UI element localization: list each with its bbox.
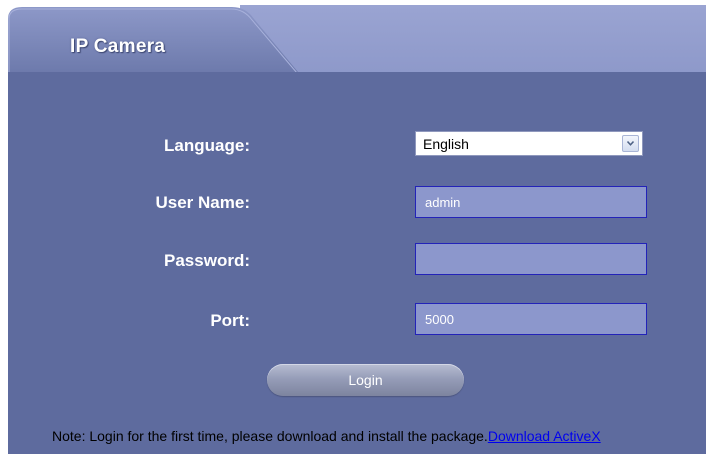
header-band [240, 5, 706, 72]
port-label: Port: [210, 311, 250, 330]
page-title: IP Camera [70, 36, 166, 57]
password-label: Password: [164, 251, 250, 270]
username-input[interactable] [415, 186, 647, 218]
port-input[interactable] [415, 303, 647, 335]
language-select[interactable]: English [415, 131, 643, 156]
language-label: Language: [164, 136, 250, 155]
select-dropdown-button[interactable] [622, 135, 639, 152]
chevron-down-icon [627, 141, 634, 146]
login-page: IP Camera Language: English User Name: P… [0, 0, 716, 456]
download-activex-link[interactable]: Download ActiveX [488, 428, 601, 444]
install-note: Note: Login for the first time, please d… [52, 428, 601, 444]
install-note-text: Note: Login for the first time, please d… [52, 428, 488, 444]
language-selected-value: English [423, 136, 469, 152]
login-button[interactable]: Login [267, 364, 464, 396]
username-label: User Name: [155, 193, 251, 212]
password-input[interactable] [415, 243, 647, 275]
